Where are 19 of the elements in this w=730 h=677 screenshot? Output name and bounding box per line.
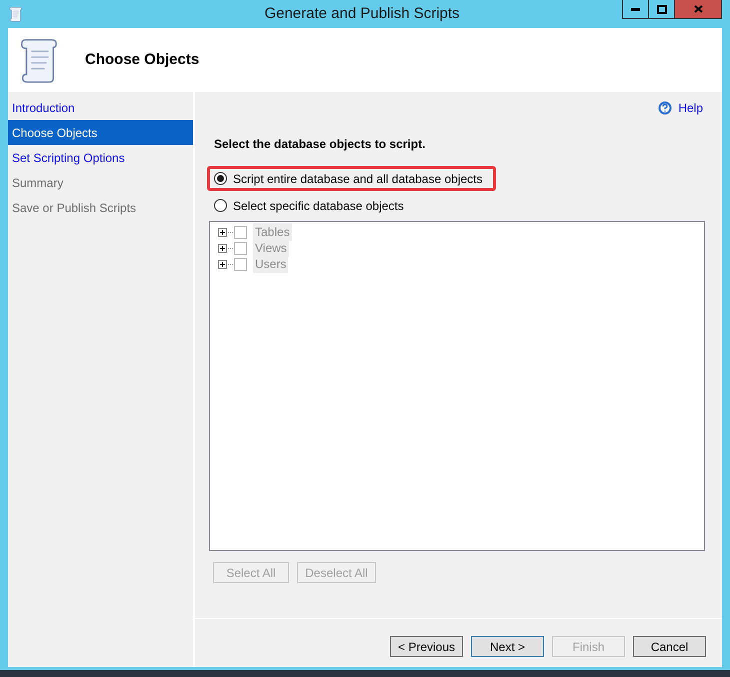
close-button[interactable] <box>674 0 722 19</box>
wizard-step[interactable]: Introduction <box>8 95 193 120</box>
minimize-icon <box>631 8 640 10</box>
window-title: Generate and Publish Scripts <box>264 4 460 24</box>
dialog-button[interactable]: Next > <box>471 636 544 657</box>
radio-button[interactable] <box>214 172 227 185</box>
close-icon <box>694 5 702 13</box>
maximize-icon <box>656 4 666 14</box>
wizard-step[interactable]: Choose Objects <box>8 120 193 145</box>
page-title: Choose Objects <box>85 50 200 70</box>
radio-button[interactable] <box>214 199 227 212</box>
dialog-button[interactable]: Cancel <box>633 636 706 657</box>
instruction-text: Select the database objects to script. <box>214 136 426 153</box>
wizard-step[interactable]: Set Scripting Options <box>8 145 193 170</box>
help-link[interactable]: Help <box>658 99 703 117</box>
app-icon <box>8 6 22 22</box>
dialog-button[interactable]: < Previous <box>390 636 463 657</box>
help-icon <box>658 101 672 115</box>
minimize-button[interactable] <box>622 0 648 19</box>
